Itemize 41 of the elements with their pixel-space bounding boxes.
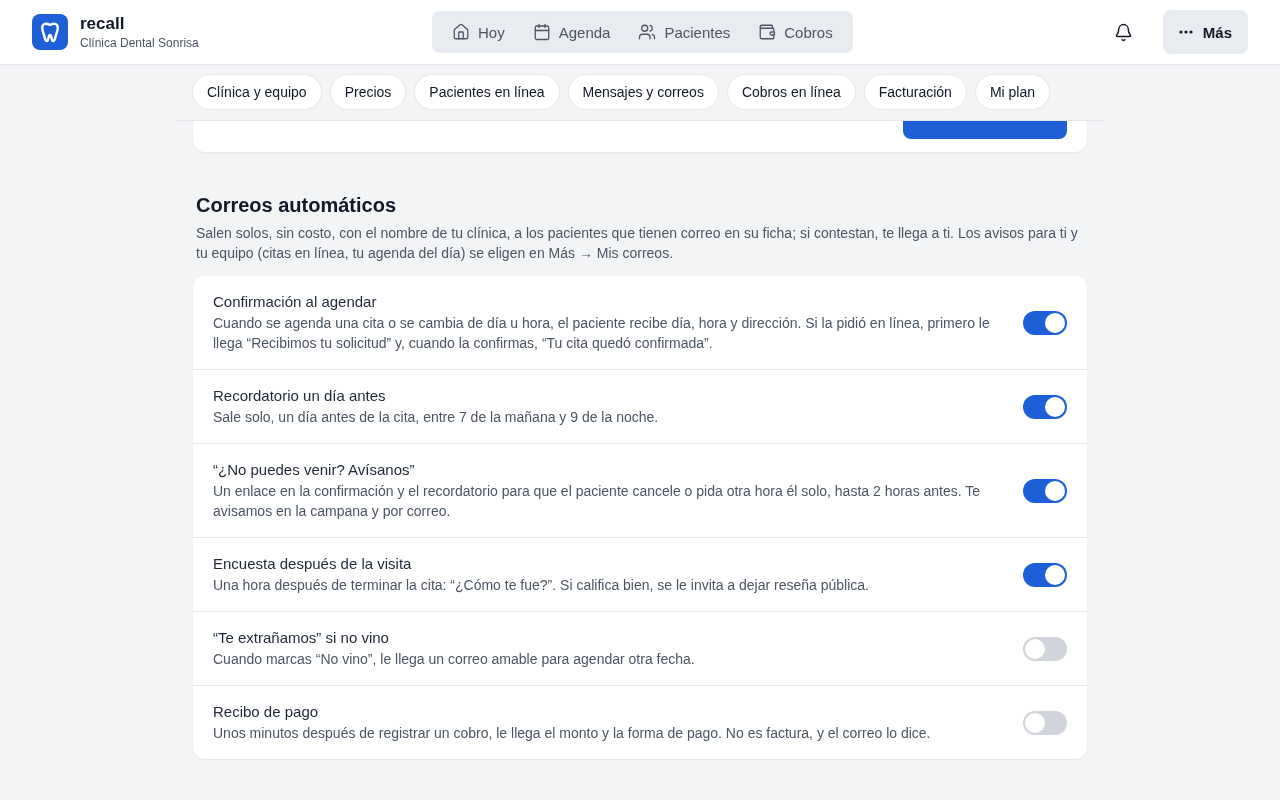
tooth-logo-icon <box>32 14 68 50</box>
section-description: Salen solos, sin costo, con el nombre de tu clínica, a los pacientes que tienen correo en su ficha; si contestan, te llega a ti. Los avisos para ti y tu equipo (citas en línea, tu agenda del día) se eligen en Más → Mis correos. <box>196 224 1079 263</box>
settings-tab[interactable]: Clínica y equipo <box>192 74 322 110</box>
nav-tab[interactable]: Pacientes <box>626 15 743 49</box>
toggle-switch[interactable] <box>1023 311 1067 335</box>
settings-tab[interactable]: Mensajes y correos <box>567 74 719 110</box>
toggle-switch[interactable] <box>1023 395 1067 419</box>
more-button[interactable]: Más <box>1162 10 1248 54</box>
house-icon <box>452 23 470 41</box>
setting-title: “¿No puedes venir? Avísanos” <box>213 461 416 478</box>
setting-title: Encuesta después de la visita <box>213 555 413 572</box>
setting-title: “Te extrañamos” si no vino <box>213 629 390 646</box>
setting-description: Cuando se agenda una cita o se cambia de día u hora, el paciente recibe día, hora y dirección. Si la pidió en línea, primero le llega “Recibimos tu solicitud” y, cuando la confirmas, “Tu cita quedó confirmada”. <box>213 314 991 353</box>
ellipsis-icon <box>1178 30 1193 34</box>
calendar-icon <box>532 23 551 41</box>
section-title: Correos automáticos <box>196 194 398 217</box>
toggle-switch[interactable] <box>1023 637 1067 661</box>
setting-title: Recordatorio un día antes <box>213 387 387 404</box>
setting-description: Un enlace en la confirmación y el recordatorio para que el paciente cancele o pida otra hora él solo, hasta 2 horas antes. Te avisamos en la campana y por correo. <box>213 482 982 521</box>
settings-tab[interactable]: Cobros en línea <box>726 74 856 110</box>
settings-tab[interactable]: Mi plan <box>974 74 1051 110</box>
bell-icon <box>1113 22 1133 42</box>
setting-title: Recibo de pago <box>213 703 320 720</box>
toggle-switch[interactable] <box>1023 711 1067 735</box>
setting-description: Una hora después de terminar la cita: “¿Cómo te fue?”. Si califica bien, se le invita a dejar reseña pública. <box>213 576 870 595</box>
toggle-switch[interactable] <box>1023 563 1067 587</box>
nav-tab[interactable]: Cobros <box>746 15 845 49</box>
nav-tab[interactable]: Agenda <box>520 15 623 49</box>
brand-name: recall <box>80 14 126 34</box>
setting-description: Unos minutos después de registrar un cobro, le llega el monto y la forma de pago. No es factura, y el correo lo dice. <box>213 724 932 743</box>
users-icon <box>638 23 657 41</box>
toggle-switch[interactable] <box>1023 479 1067 503</box>
settings-tab[interactable]: Facturación <box>863 74 967 110</box>
setting-description: Sale solo, un día antes de la cita, entre 7 de la mañana y 9 de la noche. <box>213 408 660 427</box>
setting-title: Confirmación al agendar <box>213 293 378 310</box>
wallet-icon <box>758 23 777 41</box>
clinic-name: Clínica Dental Sonrisa <box>80 36 200 50</box>
settings-tab[interactable]: Pacientes en línea <box>414 74 560 110</box>
settings-tab[interactable]: Precios <box>329 74 407 110</box>
nav-tab[interactable]: Hoy <box>440 15 517 49</box>
setting-description: Cuando marcas “No vino”, le llega un correo amable para agendar otra fecha. <box>213 650 696 669</box>
